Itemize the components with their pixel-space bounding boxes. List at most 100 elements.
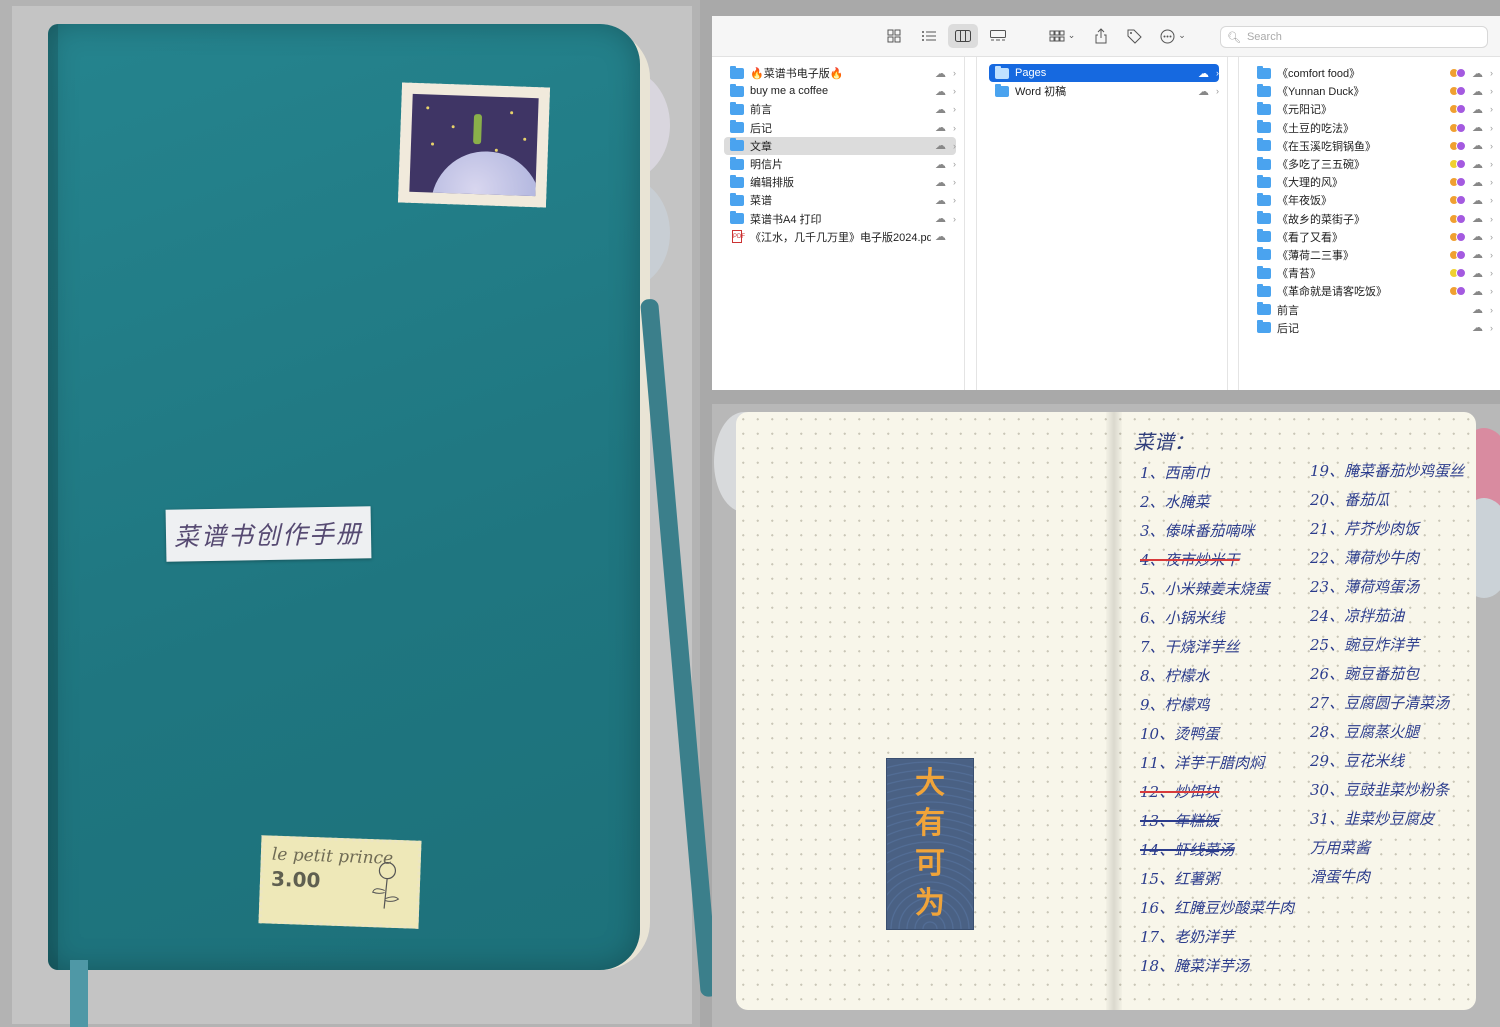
file-row[interactable]: 《在玉溪吃铜锅鱼》 ☁ › [1251,137,1493,155]
file-row[interactable]: 菜谱书A4 打印 ☁ › [724,210,956,228]
file-row[interactable]: 《薄荷二三事》 ☁ › [1251,246,1493,264]
sticker-char: 为 [915,886,945,921]
tag-dot [1456,268,1466,279]
file-row[interactable]: 🔥菜谱书电子版🔥 ☁ › [724,64,956,82]
icloud-download-icon[interactable]: ☁ [935,176,946,189]
more-actions-button[interactable]: ⌄ [1155,24,1191,48]
icloud-download-icon[interactable]: ☁ [1472,285,1483,298]
color-tags [1449,195,1466,206]
finder-column-2[interactable]: Pages ☁ › Word 初稿 ☁ › [976,57,1228,390]
icloud-download-icon[interactable]: ☁ [1472,139,1483,152]
recipe-entry: 24、凉拌茄油 [1310,607,1405,625]
file-name: 《年夜饭》 [1277,195,1332,208]
file-name: 《故乡的菜街子》 [1277,213,1365,226]
file-row[interactable]: 菜谱 ☁ › [724,191,956,209]
icloud-download-icon[interactable]: ☁ [1472,248,1483,261]
icloud-download-icon[interactable]: ☁ [1472,67,1483,80]
recipe-entry: 30、豆豉韭菜炒粉条 [1310,781,1450,799]
color-tags [1449,249,1466,260]
share-button[interactable] [1089,24,1113,48]
icloud-download-icon[interactable]: ☁ [935,139,946,152]
file-row[interactable]: buy me a coffee ☁ › [724,82,956,100]
recipe-entry: 6、小锅米线 [1140,609,1225,627]
icloud-download-icon[interactable]: ☁ [1472,158,1483,171]
file-row[interactable]: 《Yunnan Duck》 ☁ › [1251,82,1493,100]
chevron-right-icon: › [953,104,956,115]
chevron-right-icon: › [1490,68,1493,79]
file-row[interactable]: 《comfort food》 ☁ › [1251,64,1493,82]
file-name: 明信片 [750,159,783,172]
file-name: 后记 [1277,322,1299,335]
pdf-file-icon: PDF [732,230,745,244]
recipe-entry: 4、夜市炒米干 [1140,551,1240,569]
file-row[interactable]: Word 初稿 ☁ › [989,82,1219,100]
recipe-entry: 31、韭菜炒豆腐皮 [1310,810,1435,828]
tag-button[interactable] [1122,24,1146,48]
icloud-download-icon[interactable]: ☁ [1472,321,1483,334]
icloud-download-icon[interactable]: ☁ [1198,67,1209,80]
recipe-entry: 8、柠檬水 [1140,667,1210,685]
file-name: 《大理的风》 [1277,177,1343,190]
icloud-download-icon[interactable]: ☁ [935,85,946,98]
file-row[interactable]: 前言 ☁ › [1251,300,1493,318]
finder-column-1[interactable]: 🔥菜谱书电子版🔥 ☁ › buy me a coffee ☁ › 前言 ☁ › 后记 ☁ › 文章 ☁ › 明… [712,57,965,390]
file-row[interactable]: 明信片 ☁ › [724,155,956,173]
file-name: buy me a coffee [750,85,829,98]
folder-icon [1257,265,1271,279]
icloud-download-icon[interactable]: ☁ [935,194,946,207]
icloud-download-icon[interactable]: ☁ [1472,194,1483,207]
file-row[interactable]: 后记 ☁ › [724,119,956,137]
file-name: 《青苔》 [1277,268,1321,281]
file-row[interactable]: PDF 《江水，几千几万里》电子版2024.pdf ☁ [724,228,956,246]
icloud-download-icon[interactable]: ☁ [1198,85,1209,98]
file-row[interactable]: 《革命就是请客吃饭》 ☁ › [1251,282,1493,300]
file-row[interactable]: 编辑排版 ☁ › [724,173,956,191]
column-view-button[interactable] [948,24,978,48]
file-row[interactable]: 《大理的风》 ☁ › [1251,173,1493,191]
file-row[interactable]: Pages ☁ › [989,64,1219,83]
file-row[interactable]: 《青苔》 ☁ › [1251,264,1493,282]
file-row[interactable]: 后记 ☁ › [1251,319,1493,337]
icloud-download-icon[interactable]: ☁ [1472,121,1483,134]
icloud-download-icon[interactable]: ☁ [1472,212,1483,225]
file-row[interactable]: 《看了又看》 ☁ › [1251,228,1493,246]
gallery-view-button[interactable] [984,24,1012,48]
file-row[interactable]: 《多吃了三五碗》 ☁ › [1251,155,1493,173]
color-tags [1449,104,1466,115]
finder-column-3[interactable]: 《comfort food》 ☁ › 《Yunnan Duck》 ☁ › 《元阳记》 ☁ › 《土… [1238,57,1500,390]
notebook-cover [48,24,640,970]
icloud-download-icon[interactable]: ☁ [935,67,946,80]
icloud-download-icon[interactable]: ☁ [1472,85,1483,98]
icloud-download-icon[interactable]: ☁ [935,121,946,134]
file-row[interactable]: 《土豆的吃法》 ☁ › [1251,119,1493,137]
group-icon [1049,30,1065,42]
icloud-download-icon[interactable]: ☁ [1472,303,1483,316]
group-by-button[interactable]: ⌄ [1042,24,1082,48]
icloud-download-icon[interactable]: ☁ [935,230,946,243]
file-row[interactable]: 文章 ☁ › [724,136,956,155]
asteroid-planet [428,149,539,197]
list-view-button[interactable] [915,24,943,48]
file-row[interactable]: 《年夜饭》 ☁ › [1251,191,1493,209]
search-box[interactable]: 🔍︎ [1220,26,1488,48]
icloud-download-icon[interactable]: ☁ [935,103,946,116]
recipe-entry: 28、豆腐蒸火腿 [1310,723,1420,741]
icloud-download-icon[interactable]: ☁ [1472,176,1483,189]
recipe-entry: 14、虾线菜汤 [1140,841,1235,859]
list-icon [922,31,936,41]
search-input[interactable] [1244,30,1479,44]
gallery-icon [990,30,1006,41]
icloud-download-icon[interactable]: ☁ [935,158,946,171]
icon-view-button[interactable] [880,24,908,48]
icloud-download-icon[interactable]: ☁ [1472,267,1483,280]
icloud-download-icon[interactable]: ☁ [1472,230,1483,243]
icloud-download-icon[interactable]: ☁ [1472,103,1483,116]
file-name: 《革命就是请客吃饭》 [1277,286,1387,299]
file-row[interactable]: 《故乡的菜街子》 ☁ › [1251,210,1493,228]
chevron-right-icon: › [1490,104,1493,115]
folder-icon [1257,302,1271,316]
file-row[interactable]: 《元阳记》 ☁ › [1251,100,1493,118]
file-row[interactable]: 前言 ☁ › [724,100,956,118]
search-icon: 🔍︎ [1227,30,1241,44]
icloud-download-icon[interactable]: ☁ [935,212,946,225]
